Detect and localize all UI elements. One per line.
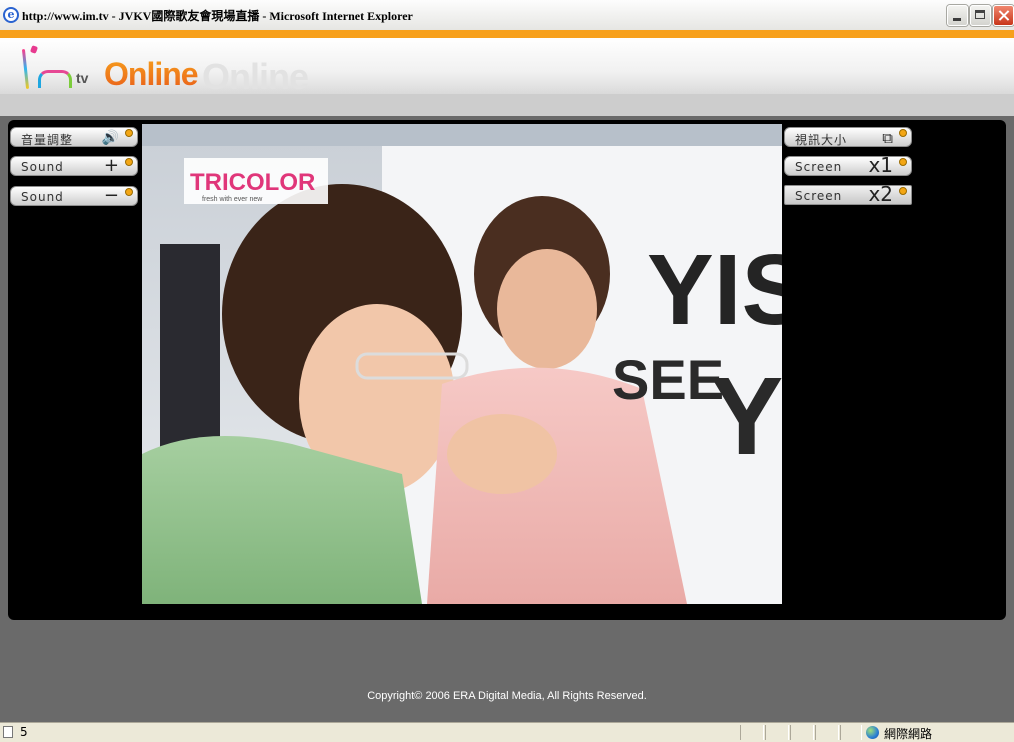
imtv-online-logo[interactable]: tv Online Online: [21, 44, 352, 97]
minimize-button[interactable]: [947, 5, 968, 26]
volume-adjust-label: 音量調整: [21, 133, 74, 147]
volume-adjust-button[interactable]: 音量調整 🔊: [10, 127, 138, 147]
copyright-text: Copyright© 2006 ERA Digital Media, All R…: [367, 690, 647, 702]
indicator-dot-icon: [899, 158, 907, 166]
status-pane: [740, 725, 764, 740]
minus-icon: −: [103, 185, 119, 206]
speaker-icon: 🔊: [101, 130, 119, 146]
sound-up-button[interactable]: Sound +: [10, 156, 138, 176]
globe-icon: [866, 726, 879, 739]
indicator-dot-icon: [125, 158, 133, 166]
logo-mark-dot: [29, 45, 39, 54]
video-frame[interactable]: TRICOLOR fresh with ever new YISH SEE Y: [142, 124, 782, 604]
plus-icon: +: [103, 155, 119, 176]
indicator-dot-icon: [899, 187, 907, 195]
video-backdrop-text-1: YISH: [647, 234, 782, 346]
screen-x1-glyph: x1: [868, 153, 893, 177]
video-ceiling: [142, 124, 782, 146]
logo-online-ghost: Online: [202, 56, 309, 97]
video-size-button[interactable]: 視訊大小 ⧉: [784, 127, 912, 147]
video-backdrop-text-3: Y: [710, 355, 782, 478]
page-icon: [3, 726, 13, 738]
status-pane: [840, 725, 862, 740]
status-pane: [790, 725, 814, 740]
indicator-dot-icon: [125, 129, 133, 137]
indicator-dot-icon: [125, 188, 133, 196]
resize-icon: ⧉: [882, 129, 893, 147]
window-title-bar: e http://www.im.tv - JVKV國際歌友會現場直播 - Mic…: [0, 0, 1014, 31]
video-size-label: 視訊大小: [795, 133, 848, 147]
status-pane: [815, 725, 839, 740]
video-man-face: [497, 249, 597, 369]
indicator-dot-icon: [899, 129, 907, 137]
maximize-button[interactable]: [970, 5, 991, 26]
security-zone-text: 網際網路: [884, 727, 933, 741]
sound-down-button[interactable]: Sound −: [10, 186, 138, 206]
status-pane: [765, 725, 789, 740]
video-scene: TRICOLOR fresh with ever new YISH SEE Y: [142, 124, 782, 604]
video-backdrop-text-2: SEE: [612, 348, 724, 411]
logo-mark-i: [21, 48, 30, 90]
logo-online-text: Online: [104, 56, 199, 92]
video-overlay-subtitle: fresh with ever new: [202, 196, 263, 203]
logo-mark-m: [38, 70, 72, 88]
screen-x1-label: Screen: [795, 160, 843, 174]
header-accent-bar: [0, 30, 1014, 38]
sound-up-label: Sound: [21, 160, 64, 174]
screen-x2-button[interactable]: Screen x2: [784, 182, 912, 206]
window-title: http://www.im.tv - JVKV國際歌友會現場直播 - Micro…: [22, 9, 413, 23]
logo-tv-text: tv: [76, 70, 89, 86]
status-text: 5: [20, 725, 28, 739]
ie-icon: e: [3, 7, 19, 23]
screen-x1-button[interactable]: Screen x1: [784, 153, 912, 177]
screen-x2-glyph: x2: [868, 182, 893, 206]
video-hands: [447, 414, 557, 494]
sound-down-label: Sound: [21, 190, 64, 204]
screen-x2-label: Screen: [795, 189, 843, 203]
header-separator: [0, 94, 1014, 116]
video-overlay-logo: TRICOLOR: [190, 169, 315, 196]
close-button[interactable]: [993, 5, 1014, 26]
status-bar: 5 網際網路: [0, 722, 1014, 742]
